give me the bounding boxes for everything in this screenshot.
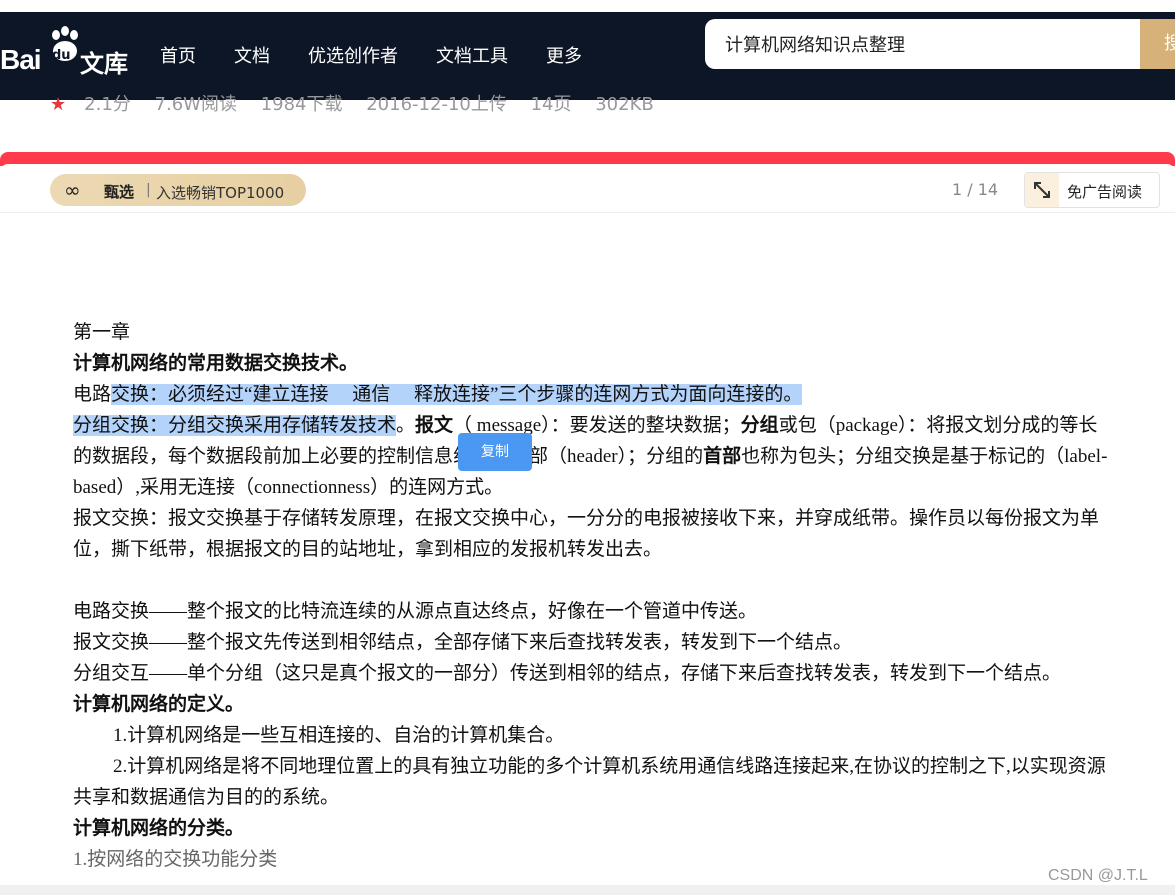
selected-badge[interactable]: ∞ 甄选 | 入选畅销TOP1000: [50, 174, 306, 206]
logo-bai-text: Bai: [0, 44, 42, 75]
classification-1: 1.按网络的交换功能分类: [73, 849, 278, 870]
search-button[interactable]: 搜: [1140, 19, 1175, 69]
main-nav: 首页 文档 优选创作者 文档工具 更多: [160, 42, 620, 68]
nav-creators[interactable]: 优选创作者: [308, 42, 398, 68]
infinity-icon: ∞: [64, 178, 81, 202]
document-text[interactable]: 第一章 计算机网络的常用数据交换技术。 电路交换：必须经过“建立连接 通信 释放…: [73, 317, 1113, 875]
nav-doc-tools[interactable]: 文档工具: [436, 42, 508, 68]
badge-main: 甄选: [104, 183, 135, 201]
term-packet: 分组: [740, 415, 779, 436]
bottom-shade: [0, 885, 1175, 895]
nav-documents[interactable]: 文档: [234, 42, 270, 68]
nav-more[interactable]: 更多: [546, 42, 582, 68]
search-box: [705, 19, 1145, 69]
badge-sub: 入选畅销TOP1000: [156, 184, 285, 202]
definition-2: 2.计算机网络是将不同地理位置上的具有独立功能的多个计算机系统用通信线路连接起来…: [73, 751, 1113, 813]
heading-classification: 计算机网络的分类。: [73, 818, 245, 839]
heading-data-exchange: 计算机网络的常用数据交换技术。: [73, 353, 359, 374]
selected-text-2: 分组交换：分组交换采用存储转发技术: [73, 415, 397, 436]
compare-circuit: 电路交换——整个报文的比特流连续的从源点直达终点，好像在一个管道中传送。: [73, 601, 758, 622]
para-message-switching: 报文交换：报文交换基于存储转发原理，在报文交换中心，一分分的电报被接收下来，并穿…: [73, 508, 1100, 560]
term-header: 首部: [703, 446, 742, 467]
csdn-watermark: CSDN @J.T.L: [1048, 867, 1148, 884]
para-packet: 分组交换：分组交换采用存储转发技术。报文（ message）：要发送的整块数据；…: [73, 410, 1113, 503]
ad-free-read-button[interactable]: 免广告阅读: [1024, 172, 1160, 208]
definition-1: 1.计算机网络是一些互相连接的、自治的计算机集合。: [113, 725, 565, 746]
period: 。: [396, 415, 416, 436]
meta-pages: 14页: [530, 94, 572, 115]
term-message: 报文: [415, 415, 454, 436]
definition-2-text: 2.计算机网络是将不同地理位置上的具有独立功能的多个计算机系统用通信线路连接起来…: [73, 756, 1106, 808]
doc-toolbar: ∞ 甄选 | 入选畅销TOP1000 1 / 14 免广告阅读: [0, 164, 1175, 213]
para-circuit: 电路交换：必须经过“建立连接 通信 释放连接”三个步骤的连网方式为面向连接的。: [73, 379, 1113, 410]
page-counter: 1 / 14: [952, 180, 999, 199]
chapter-title: 第一章: [73, 322, 131, 343]
star-icon: ★: [50, 94, 67, 115]
heading-definition: 计算机网络的定义。: [73, 694, 245, 715]
logo-du-text: du: [52, 48, 71, 63]
nav-home[interactable]: 首页: [160, 42, 196, 68]
meta-views: 7.6W阅读: [154, 94, 237, 115]
search-input[interactable]: [705, 19, 1125, 69]
selected-text-1: 交换：必须经过“建立连接 通信 释放连接”三个步骤的连网方式为面向连接的。: [111, 384, 803, 405]
meta-size: 302KB: [595, 94, 654, 115]
badge-separator: |: [146, 182, 151, 198]
meta-upload-date: 2016-12-10上传: [366, 94, 507, 115]
doc-meta: ★ 2.1分 7.6W阅读 1984下载 2016-12-10上传 14页 302…: [50, 90, 672, 116]
compare-message: 报文交换——整个报文先传送到相邻结点，全部存储下来后查找转发表，转发到下一个结点…: [73, 632, 853, 653]
doc-meta-row: ★ 2.1分 7.6W阅读 1984下载 2016-12-10上传 14页 302…: [0, 94, 1175, 154]
logo-wenku-text: 文库: [80, 50, 128, 78]
top-strip: [0, 0, 1175, 12]
copy-button[interactable]: 复制: [458, 433, 532, 471]
meta-rating: 2.1分: [84, 94, 131, 115]
baidu-wenku-logo[interactable]: Bai du 文库: [0, 26, 140, 82]
expand-icon: [1025, 173, 1059, 207]
para-circuit-prefix: 电路: [73, 384, 112, 405]
meta-downloads: 1984下载: [260, 94, 343, 115]
document-page: 第一章 计算机网络的常用数据交换技术。 电路交换：必须经过“建立连接 通信 释放…: [0, 213, 1175, 895]
compare-packet: 分组交互——单个分组（这只是真个报文的一部分）传送到相邻的结点，存储下来后查找转…: [73, 663, 1062, 684]
ad-free-label: 免广告阅读: [1067, 183, 1143, 201]
